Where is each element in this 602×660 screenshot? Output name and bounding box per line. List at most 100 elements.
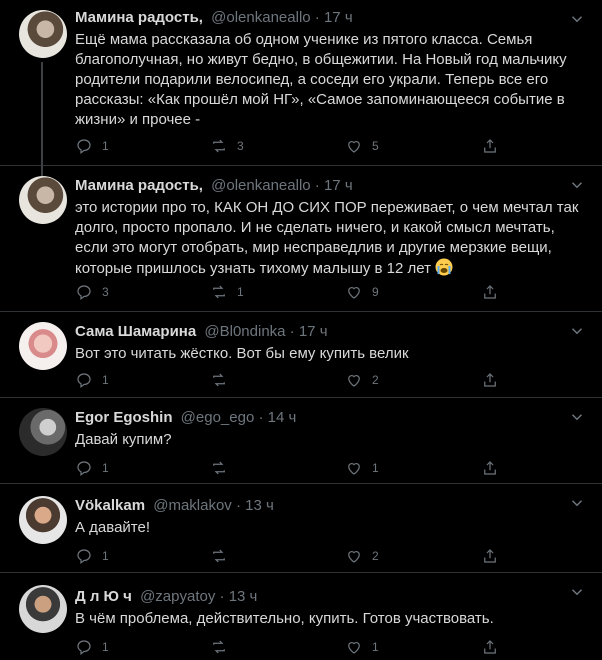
- reply-icon: [77, 640, 91, 655]
- share-button[interactable]: [481, 370, 499, 390]
- avatar[interactable]: [19, 496, 67, 544]
- reply-button[interactable]: 3: [75, 282, 109, 302]
- timestamp[interactable]: 17 ч: [299, 323, 328, 340]
- like-count: 2: [372, 549, 379, 563]
- retweet-icon: [213, 461, 225, 475]
- share-button[interactable]: [481, 546, 499, 566]
- separator-dot: ·: [235, 497, 241, 514]
- tweet-4[interactable]: Egor Egoshin @ego_ego · 14 ч Давай купим…: [0, 398, 602, 484]
- reply-count: 3: [102, 285, 109, 299]
- avatar[interactable]: [19, 408, 67, 456]
- author-name[interactable]: Сама Шамарина: [75, 323, 196, 340]
- chevron-down-icon[interactable]: [568, 408, 586, 426]
- author-handle[interactable]: @ego_ego: [181, 409, 255, 426]
- reply-count: 1: [102, 139, 109, 153]
- author-name[interactable]: Д л Ю ч: [75, 588, 132, 605]
- reply-button[interactable]: 1: [75, 136, 109, 156]
- separator-dot: ·: [289, 323, 295, 340]
- share-icon: [484, 640, 496, 654]
- author-handle[interactable]: @Bl0ndinka: [204, 323, 285, 340]
- reply-button[interactable]: 1: [75, 637, 109, 657]
- heart-icon: [348, 642, 360, 654]
- timestamp[interactable]: 14 ч: [268, 409, 297, 426]
- heart-icon: [348, 551, 360, 563]
- share-button[interactable]: [481, 637, 499, 657]
- chevron-down-icon[interactable]: [568, 494, 586, 512]
- thread-line: [41, 62, 43, 166]
- like-button[interactable]: 1: [345, 637, 379, 657]
- retweet-icon: [213, 373, 225, 387]
- chevron-down-icon[interactable]: [568, 10, 586, 28]
- author-name[interactable]: Vökalkam: [75, 497, 145, 514]
- author-handle[interactable]: @olenkaneallo: [211, 177, 310, 194]
- tweet-text-body: это истории про то, КАК ОН ДО СИХ ПОР пе…: [75, 199, 579, 277]
- like-button[interactable]: 2: [345, 370, 379, 390]
- like-count: 2: [372, 373, 379, 387]
- like-count: 1: [372, 640, 379, 654]
- retweet-button[interactable]: [210, 458, 237, 478]
- retweet-icon: [213, 640, 225, 654]
- reply-button[interactable]: 1: [75, 370, 109, 390]
- author-name[interactable]: Мамина радость,: [75, 177, 203, 194]
- author-name[interactable]: Мамина радость,: [75, 9, 203, 26]
- retweet-button[interactable]: [210, 546, 237, 566]
- heart-icon: [348, 287, 360, 299]
- author-handle[interactable]: @maklakov: [153, 497, 232, 514]
- reply-count: 1: [102, 640, 109, 654]
- like-count: 5: [372, 139, 379, 153]
- reply-icon: [77, 373, 91, 388]
- share-icon: [484, 461, 496, 475]
- reply-count: 1: [102, 373, 109, 387]
- reply-button[interactable]: 1: [75, 458, 109, 478]
- tweet-text: Вот это читать жёстко. Вот бы ему купить…: [75, 345, 409, 362]
- avatar[interactable]: [19, 585, 67, 633]
- like-button[interactable]: 1: [345, 458, 379, 478]
- like-button[interactable]: 9: [345, 282, 379, 302]
- chevron-down-icon[interactable]: [568, 176, 586, 194]
- like-button[interactable]: 2: [345, 546, 379, 566]
- tweet-3[interactable]: Сама Шамарина @Bl0ndinka · 17 ч Вот это …: [0, 312, 602, 398]
- reply-icon: [77, 461, 91, 476]
- like-button[interactable]: 5: [345, 136, 379, 156]
- avatar[interactable]: [19, 10, 67, 58]
- share-button[interactable]: [481, 282, 499, 302]
- like-count: 9: [372, 285, 379, 299]
- avatar[interactable]: [19, 176, 67, 224]
- tweet-1[interactable]: Мамина радость, @olenkaneallo · 17 ч Ещё…: [0, 0, 602, 166]
- author-name[interactable]: Egor Egoshin: [75, 409, 173, 426]
- timestamp[interactable]: 13 ч: [245, 497, 274, 514]
- share-icon: [484, 549, 496, 563]
- reply-icon: [77, 549, 91, 564]
- share-icon: [484, 139, 496, 153]
- retweet-button[interactable]: [210, 370, 237, 390]
- share-button[interactable]: [481, 136, 499, 156]
- author-handle[interactable]: @olenkaneallo: [211, 9, 310, 26]
- retweet-icon: [213, 285, 225, 299]
- tweet-text: Ещё мама рассказала об одном ученике из …: [75, 31, 567, 128]
- timestamp[interactable]: 13 ч: [229, 588, 258, 605]
- retweet-button[interactable]: 3: [210, 136, 244, 156]
- reply-count: 1: [102, 549, 109, 563]
- tweet-6[interactable]: Д л Ю ч @zapyatoy · 13 ч В чём проблема,…: [0, 573, 602, 660]
- author-handle[interactable]: @zapyatoy: [140, 588, 215, 605]
- share-button[interactable]: [481, 458, 499, 478]
- tweet-text: В чём проблема, действительно, купить. Г…: [75, 610, 494, 627]
- reply-count: 1: [102, 461, 109, 475]
- chevron-down-icon[interactable]: [568, 583, 586, 601]
- timestamp[interactable]: 17 ч: [324, 177, 353, 194]
- retweet-button[interactable]: 1: [210, 282, 244, 302]
- retweet-button[interactable]: [210, 637, 237, 657]
- crying-face-emoji: [435, 258, 453, 276]
- heart-icon: [348, 141, 360, 153]
- like-count: 1: [372, 461, 379, 475]
- heart-icon: [348, 375, 360, 387]
- reply-button[interactable]: 1: [75, 546, 109, 566]
- chevron-down-icon[interactable]: [568, 322, 586, 340]
- tweet-2[interactable]: Мамина радость, @olenkaneallo · 17 ч это…: [0, 166, 602, 312]
- timestamp[interactable]: 17 ч: [324, 9, 353, 26]
- tweet-text: Давай купим?: [75, 431, 172, 448]
- share-icon: [484, 373, 496, 387]
- retweet-icon: [213, 139, 225, 153]
- avatar[interactable]: [19, 322, 67, 370]
- tweet-5[interactable]: Vökalkam @maklakov · 13 ч А давайте! 1 2: [0, 484, 602, 573]
